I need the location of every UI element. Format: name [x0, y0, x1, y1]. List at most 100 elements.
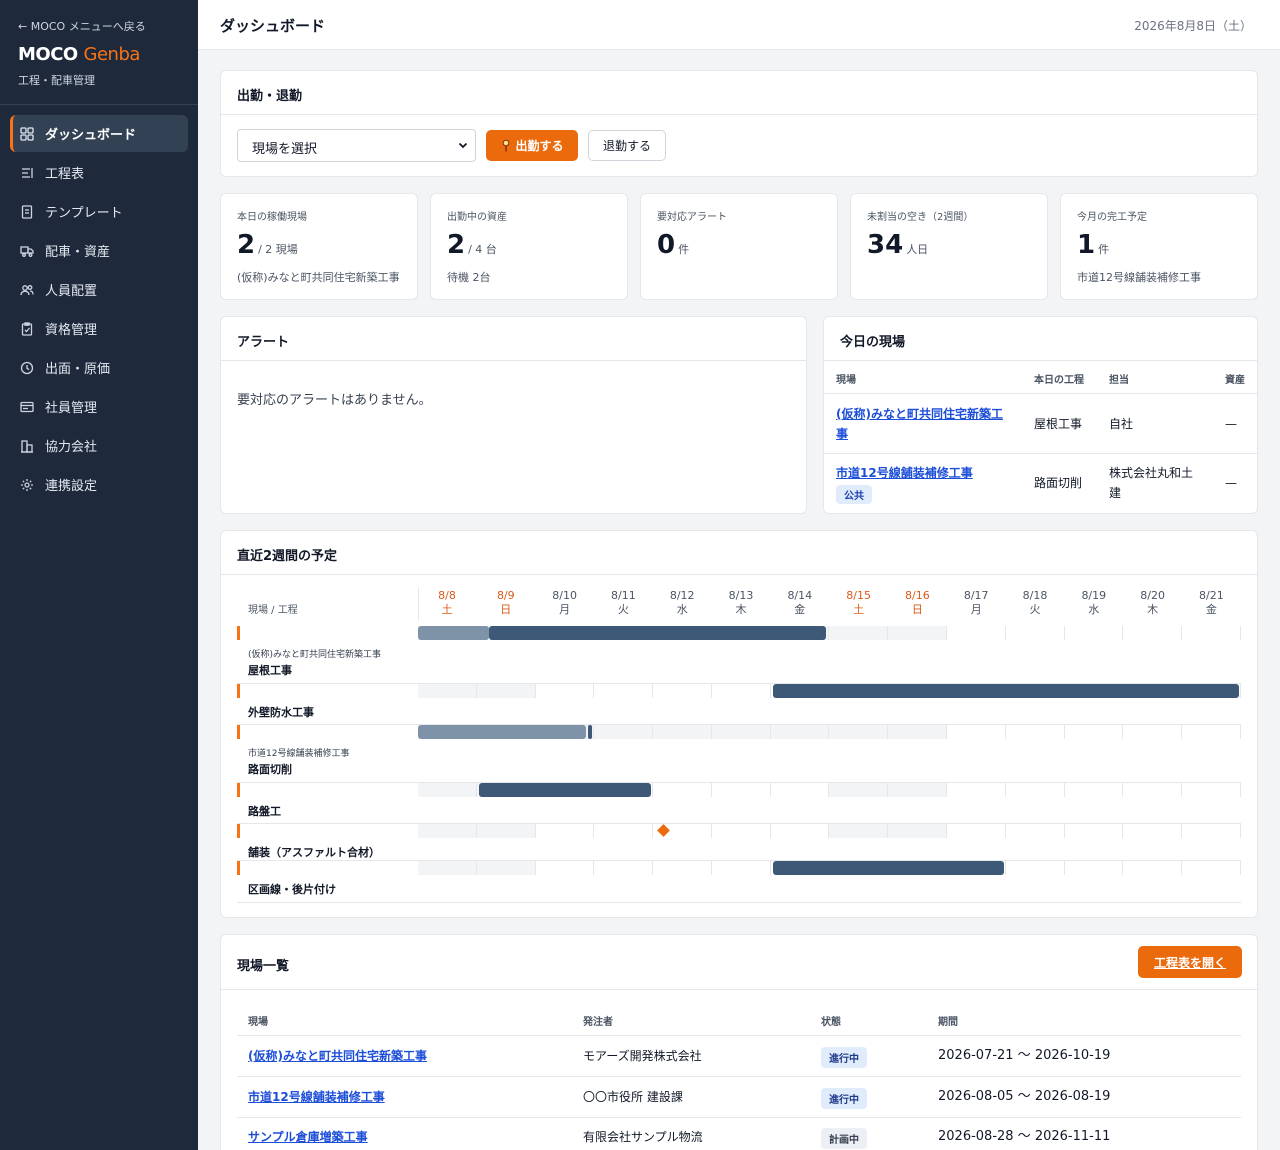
today-row-asset: — — [1225, 417, 1237, 431]
gantt-cell — [418, 684, 477, 698]
gantt-bar[interactable] — [587, 725, 593, 739]
clock-in-button[interactable]: 出勤する — [486, 130, 578, 161]
gantt-cell — [1064, 725, 1124, 739]
gantt-task-label: 路面切削 — [248, 763, 292, 776]
gantt-cell — [888, 783, 948, 797]
gantt-day-header: 8/8 土 — [418, 589, 476, 617]
gantt-cell — [1123, 725, 1183, 739]
building-icon — [21, 439, 33, 453]
site-select[interactable]: 現場を選択 — [237, 129, 476, 162]
gantt-day-date: 8/8 — [438, 589, 456, 602]
col-header-process: 本日の工程 — [1034, 375, 1084, 386]
gantt-cell — [1005, 861, 1065, 875]
gantt-cell — [1182, 783, 1241, 797]
gantt-day-weekday: 金 — [794, 603, 806, 616]
today-sites-card: 今日の現場 現場 本日の工程 担当 資産 (仮称)みなと町共同住宅新築工 事 屋… — [823, 316, 1258, 514]
gantt-row-marker — [237, 684, 240, 698]
gantt-bar[interactable] — [488, 626, 826, 640]
gantt-header-label: 現場 / 工程 — [248, 605, 298, 616]
site-link-cont[interactable]: 事 — [836, 427, 848, 441]
sidebar: ← MOCO メニューへ戻る MOCO Genba 工程・配車管理 ダッシュボー… — [0, 0, 198, 1150]
brand-accent: Genba — [83, 44, 141, 65]
gantt-cell — [594, 861, 654, 875]
gantt-cell — [1182, 725, 1241, 739]
gantt-bar[interactable] — [772, 684, 1240, 698]
site-period: 2026-08-28 〜 2026-11-11 — [938, 1129, 1111, 1144]
sidebar-item-staffing[interactable]: 人員配置 — [10, 271, 188, 308]
gantt-day-header: 8/13 木 — [712, 589, 770, 617]
clock-out-button[interactable]: 退勤する — [588, 130, 666, 161]
sidebar-item-integrations[interactable]: 連携設定 — [10, 466, 188, 503]
open-schedule-button[interactable]: 工程表を開く — [1138, 946, 1242, 978]
gantt-bar-done[interactable] — [418, 626, 489, 640]
gantt-day-date: 8/17 — [963, 589, 989, 602]
gantt-day-header: 8/14 金 — [771, 589, 829, 617]
status-badge: 進行中 — [821, 1088, 867, 1109]
stat-sub: 市道12号線舗装補修工事 — [1077, 271, 1201, 284]
stat-label: 未割当の空き（2週間） — [867, 212, 974, 223]
gantt-cell — [594, 725, 654, 739]
gantt-cell — [888, 824, 948, 838]
gantt-cell — [653, 684, 712, 698]
col-header-owner: 担当 — [1109, 375, 1129, 386]
gantt-row-marker — [237, 783, 240, 797]
owner-line-cont: 建 — [1109, 486, 1122, 500]
gantt-cell — [770, 783, 830, 797]
gantt-cell — [653, 725, 712, 739]
gantt-day-weekday: 月 — [970, 603, 982, 616]
sidebar-item-label: テンプレート — [45, 206, 123, 221]
gantt-day-date: 8/11 — [611, 589, 636, 602]
sidebar-item-templates[interactable]: テンプレート — [10, 193, 188, 230]
id-card-icon — [20, 401, 34, 412]
site-name-link[interactable]: 市道12号線舗装補修工事 — [248, 1087, 385, 1107]
today-row-owner: 株式会社丸和土 建 — [1109, 463, 1193, 503]
stat-label: 出勤中の資産 — [447, 212, 507, 223]
gantt-cell — [535, 684, 595, 698]
site-name-link[interactable]: サンプル倉庫増築工事 — [248, 1127, 368, 1147]
today-row-site[interactable]: 市道12号線舗装補修工事 — [836, 463, 973, 483]
sidebar-item-dashboard[interactable]: ダッシュボード — [10, 115, 188, 152]
clock-out-label: 退勤する — [602, 139, 651, 153]
gantt-cell — [1005, 725, 1065, 739]
gantt-cell — [1064, 783, 1124, 797]
stat-number: 34 — [867, 230, 904, 260]
gantt-day-header: 8/20 木 — [1124, 589, 1182, 617]
current-date: 2026年8月8日（土） — [1134, 19, 1252, 33]
sidebar-item-partners[interactable]: 協力会社 — [10, 427, 188, 464]
today-row-site[interactable]: (仮称)みなと町共同住宅新築工 事 — [836, 404, 1021, 444]
site-link[interactable]: 市道12号線舗装補修工事 — [836, 466, 973, 480]
sidebar-item-schedule[interactable]: 工程表 — [10, 154, 188, 191]
gantt-day-date: 8/14 — [787, 589, 813, 602]
sidebar-item-vehicles[interactable]: 配車・資産 — [10, 232, 188, 269]
gantt-task-label: 外壁防水工事 — [248, 706, 314, 719]
gantt-day-weekday: 土 — [441, 603, 453, 616]
site-link[interactable]: (仮称)みなと町共同住宅新築工 — [836, 407, 1003, 421]
gantt-day-date: 8/19 — [1081, 589, 1107, 602]
gantt-cell — [1182, 861, 1241, 875]
chevron-down-icon — [458, 142, 468, 149]
stat-number: 1 — [1077, 230, 1096, 260]
list-icon — [22, 167, 33, 178]
sidebar-item-qualifications[interactable]: 資格管理 — [10, 310, 188, 347]
gantt-day-header: 8/9 日 — [477, 589, 535, 617]
gantt-day-header: 8/18 火 — [1006, 589, 1064, 617]
gantt-bar-done[interactable] — [418, 725, 586, 739]
sidebar-item-attendance-cost[interactable]: 出面・原価 — [10, 349, 188, 386]
brand-subtitle: 工程・配車管理 — [18, 74, 95, 87]
site-name-link[interactable]: (仮称)みなと町共同住宅新築工事 — [248, 1046, 427, 1066]
gantt-cell — [888, 626, 948, 640]
attendance-title: 出勤・退勤 — [221, 71, 1257, 115]
gantt-day-weekday: 木 — [1147, 603, 1159, 616]
gantt-bar[interactable] — [478, 783, 652, 797]
back-to-menu-link[interactable]: ← MOCO メニューへ戻る — [18, 18, 146, 34]
gantt-cell — [535, 824, 595, 838]
attendance-card: 出勤・退勤 現場を選択 出勤する 退勤する — [220, 70, 1258, 177]
gantt-task-label: 区画線・後片付け — [248, 883, 336, 896]
gantt-day-weekday: 水 — [1088, 603, 1100, 616]
gantt-bar[interactable] — [772, 861, 1004, 875]
sidebar-item-employees[interactable]: 社員管理 — [10, 388, 188, 425]
stat-unit: / 4 台 — [468, 243, 497, 256]
key-icon — [503, 139, 510, 151]
clipboard-icon — [21, 321, 33, 336]
stat-sub: 待機 2台 — [447, 271, 491, 284]
